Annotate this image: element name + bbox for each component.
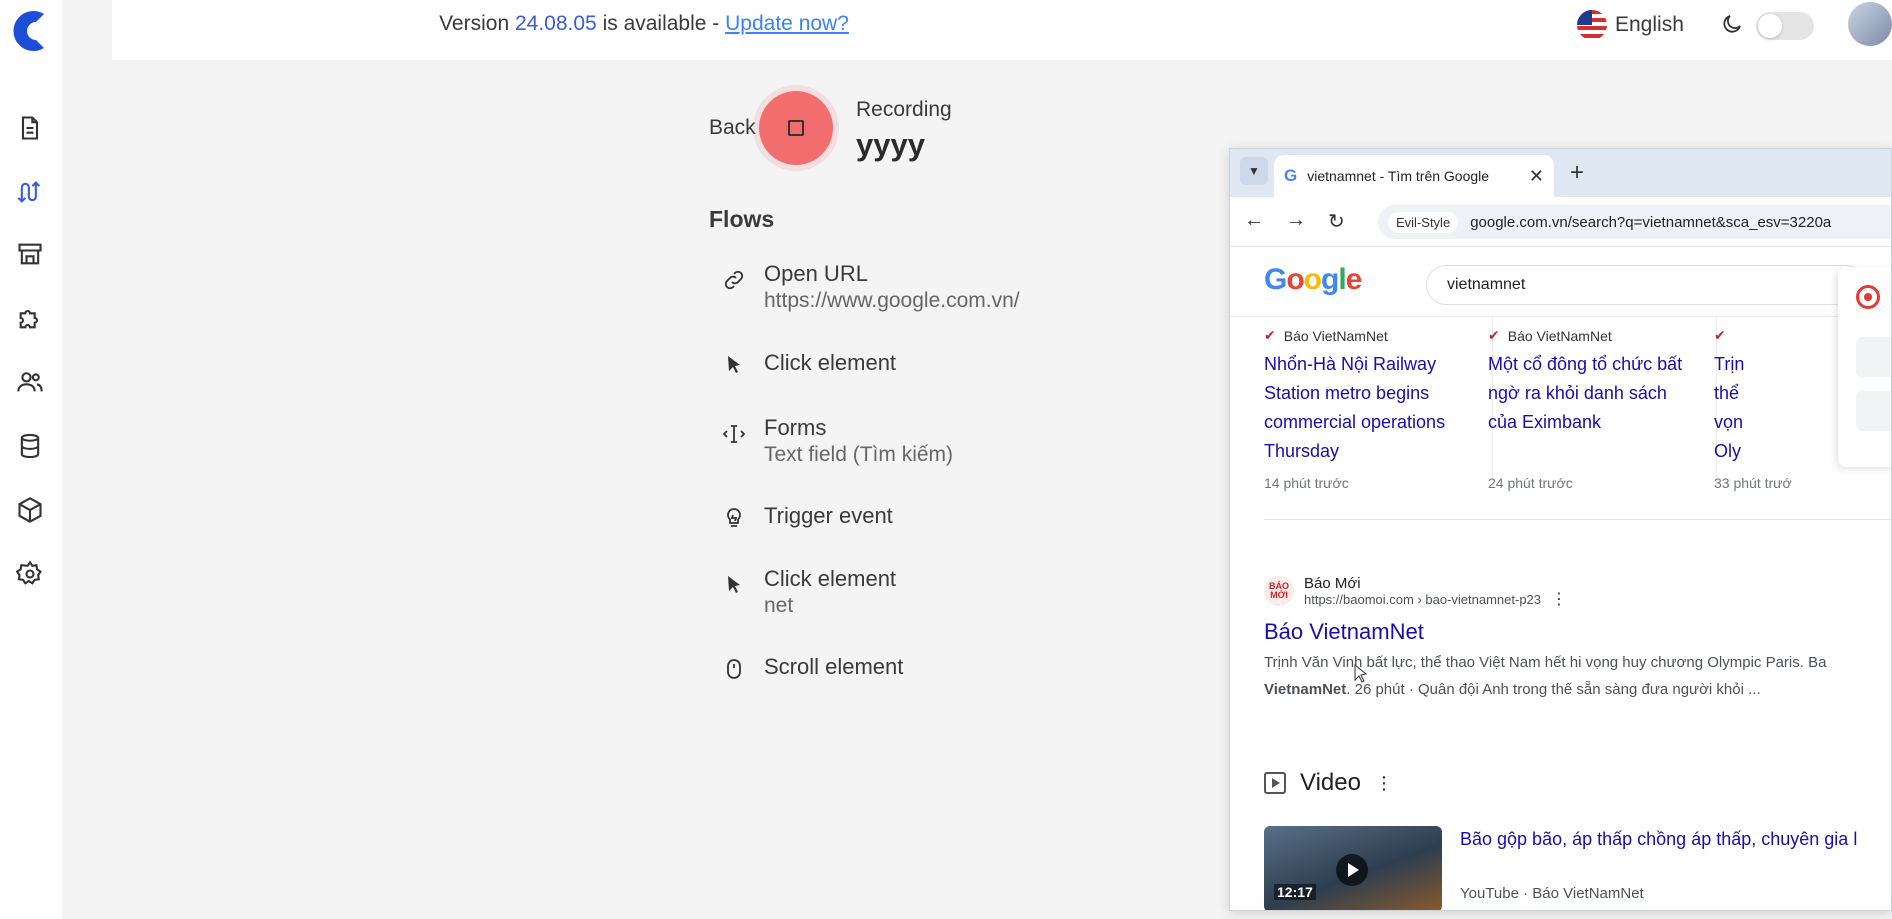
moon-icon [1723, 15, 1741, 33]
flow-item-click-element[interactable]: Click element [720, 349, 896, 379]
flow-subtitle: https://www.google.com.vn/ [764, 289, 1020, 312]
check-icon: ✔ [1264, 327, 1276, 343]
record-icon[interactable] [1856, 285, 1880, 309]
news-title[interactable]: Nhổn-Hà Nội Railway Station metro begins… [1264, 350, 1484, 466]
video-icon [1264, 772, 1286, 794]
news-time: 24 phút trước [1488, 475, 1573, 491]
news-time: 33 phút trướ [1714, 475, 1792, 491]
flow-item-open-url[interactable]: Open URL https://www.google.com.vn/ [720, 260, 1020, 314]
back-arrow-icon[interactable]: ← [1244, 209, 1264, 232]
flow-subtitle: net [764, 594, 794, 617]
result-site-name: Báo Mới [1304, 575, 1361, 592]
reload-icon[interactable]: ↻ [1328, 209, 1345, 234]
users-icon[interactable] [14, 366, 46, 398]
more-options-icon[interactable]: ⋮ [1375, 773, 1393, 794]
news-source: Báo VietNamNet [1507, 327, 1612, 344]
more-options-icon[interactable]: ⋮ [1551, 589, 1567, 609]
sidebar [0, 0, 62, 919]
video-section-header: Video ⋮ [1264, 769, 1393, 797]
search-query: vietnamnet [1447, 276, 1526, 293]
flows-title: Flows [709, 206, 775, 232]
us-flag-icon [1577, 10, 1607, 40]
flow-title: Forms [764, 415, 827, 440]
news-title[interactable]: Một cổ đông tổ chức bất ngờ ra khỏi danh… [1488, 350, 1698, 437]
flow-item-trigger-event[interactable]: Trigger event [720, 502, 893, 532]
recording-name: yyyy [856, 127, 925, 162]
video-source: YouTube · Báo VietNamNet [1460, 885, 1644, 902]
database-icon[interactable] [14, 430, 46, 462]
video-duration: 12:17 [1274, 884, 1316, 900]
news-time: 14 phút trước [1264, 475, 1349, 491]
flow-item-click-element-net[interactable]: Click element net [720, 565, 896, 619]
cursor-icon [720, 571, 748, 599]
stop-icon [788, 120, 804, 136]
video-heading: Video [1300, 769, 1361, 796]
version-suffix: is available - [602, 12, 720, 35]
flow-item-scroll-element[interactable]: Scroll element [720, 653, 903, 683]
video-title-link[interactable]: Bão gộp bão, áp thấp chồng áp thấp, chuy… [1460, 829, 1857, 850]
package-icon[interactable] [14, 494, 46, 526]
flow-title: Scroll element [764, 654, 904, 679]
browser-window: ▼ G vietnamnet - Tìm trên Google ✕ + ← →… [1229, 148, 1892, 911]
back-button[interactable]: Back [709, 116, 756, 140]
google-doodle-logo[interactable]: Google [1264, 263, 1362, 297]
result-title-link[interactable]: Báo VietnamNet [1264, 619, 1891, 645]
news-card[interactable]: ✔ Báo VietNamNet Một cổ đông tổ chức bất … [1488, 317, 1748, 497]
update-now-link[interactable]: Update now? [725, 12, 849, 35]
tab-search-dropdown[interactable]: ▼ [1240, 157, 1268, 185]
google-search-input[interactable]: vietnamnet [1426, 265, 1866, 305]
link-icon [720, 266, 748, 294]
stop-recording-button[interactable] [759, 91, 833, 165]
browser-tab[interactable]: G vietnamnet - Tìm trên Google ✕ [1274, 155, 1554, 197]
result-site-url: https://baomoi.com › bao-vietnamnet-p23 [1304, 592, 1542, 607]
flow-title: Open URL [764, 261, 868, 286]
version-number: 24.08.05 [514, 12, 597, 35]
google-header: Google vietnamnet [1230, 247, 1891, 317]
tab-strip: ▼ G vietnamnet - Tìm trên Google ✕ + [1230, 149, 1891, 197]
mouse-pointer-icon [1354, 664, 1368, 683]
flow-item-forms[interactable]: Forms Text field (Tìm kiếm) [720, 414, 953, 468]
site-favicon: BÁO MỚI [1264, 576, 1294, 606]
extension-chip[interactable]: Evil-Style [1388, 211, 1459, 233]
flow-title: Click element [764, 566, 897, 591]
store-icon[interactable] [14, 238, 46, 270]
document-icon[interactable] [14, 112, 46, 144]
language-label: English [1615, 13, 1684, 36]
puzzle-icon[interactable] [14, 302, 46, 334]
google-favicon-icon: G [1284, 166, 1298, 185]
version-banner: Version 24.08.05 is available - Update n… [112, 12, 1176, 36]
play-icon [1336, 854, 1368, 886]
user-avatar[interactable] [1848, 2, 1892, 46]
address-url: google.com.vn/search?q=vietnamnet&sca_es… [1470, 213, 1832, 231]
news-source: Báo VietNamNet [1283, 327, 1388, 344]
version-prefix: Version [439, 12, 510, 35]
text-cursor-icon [720, 420, 748, 448]
top-stories: ✔ Báo VietNamNet Nhổn-Hà Nội Railway Stat… [1230, 317, 1891, 507]
check-icon: ✔ [1714, 327, 1726, 343]
news-card[interactable]: ✔ Báo VietNamNet Nhổn-Hà Nội Railway Stat… [1264, 317, 1524, 497]
forward-arrow-icon[interactable]: → [1286, 209, 1306, 232]
app-logo[interactable] [0, 0, 58, 62]
cursor-icon [720, 351, 748, 379]
mouse-icon [720, 655, 748, 683]
flow-subtitle: Text field (Tìm kiếm) [764, 443, 954, 466]
dark-mode-toggle[interactable] [1756, 12, 1814, 40]
browser-navbar: ← → ↻ Evil-Style google.com.vn/search?q=… [1230, 197, 1891, 247]
new-tab-button[interactable]: + [1570, 159, 1584, 187]
top-bar: Version 24.08.05 is available - Update n… [112, 0, 1892, 60]
tab-title: vietnamnet - Tìm trên Google [1307, 168, 1490, 184]
address-bar[interactable]: Evil-Style google.com.vn/search?q=vietna… [1378, 205, 1891, 239]
news-title[interactable]: Trịn thể vọn Oly [1714, 350, 1750, 466]
language-selector[interactable]: English [1577, 10, 1684, 40]
news-card[interactable]: ✔ Trịn thể vọn Oly 33 phút trướ [1714, 317, 1891, 497]
flow-title: Trigger event [764, 503, 893, 528]
recording-status: Recording [856, 98, 952, 121]
close-tab-icon[interactable]: ✕ [1529, 166, 1544, 187]
workflow-icon[interactable] [14, 176, 46, 208]
settings-icon[interactable] [14, 558, 46, 590]
video-thumbnail[interactable]: 12:17 [1264, 826, 1442, 910]
check-icon: ✔ [1488, 327, 1500, 343]
bulb-icon [720, 504, 748, 532]
flow-title: Click element [764, 350, 897, 375]
